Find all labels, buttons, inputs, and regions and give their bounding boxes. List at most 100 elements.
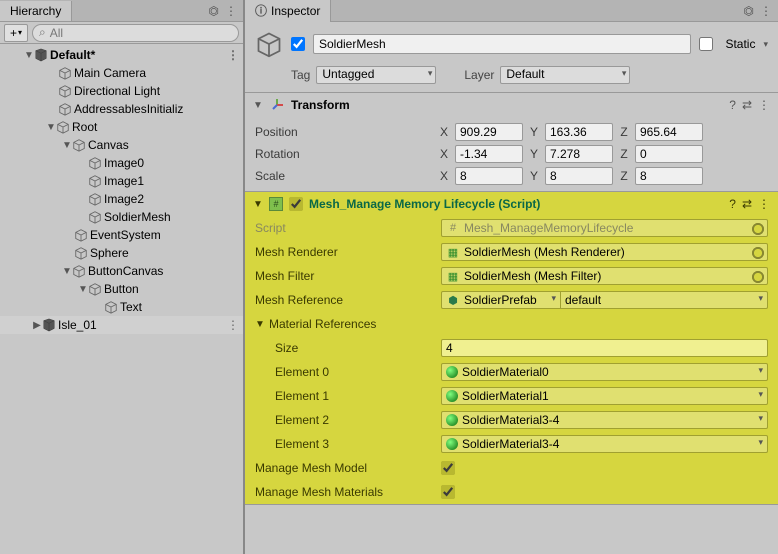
preset-icon[interactable]: ⇄ [742, 98, 752, 112]
position-z-input[interactable] [635, 123, 703, 141]
tree-item-image1[interactable]: Image1 [0, 172, 243, 190]
row-menu-icon[interactable]: ⋮ [227, 318, 243, 332]
position-x-input[interactable] [455, 123, 523, 141]
material-icon [446, 390, 458, 402]
hierarchy-tab[interactable]: Hierarchy [0, 1, 72, 21]
scale-x-input[interactable] [455, 167, 523, 185]
search-placeholder: All [50, 26, 63, 40]
script-reference-field: # Mesh_ManageMemoryLifecycle [441, 219, 768, 237]
rotation-label: Rotation [255, 147, 433, 161]
help-icon[interactable]: ? [729, 98, 736, 112]
axis-x-label: X [437, 125, 451, 139]
tree-item-buttoncanvas[interactable]: ▼ ButtonCanvas [0, 262, 243, 280]
gameobject-icon [88, 192, 102, 206]
axis-y-label: Y [527, 169, 541, 183]
foldout-arrow-icon[interactable]: ▼ [253, 199, 263, 210]
transform-header[interactable]: ▼ Transform ? ⇄ ⋮ [245, 93, 778, 117]
manage-mesh-materials-checkbox[interactable] [441, 485, 455, 499]
layer-label: Layer [464, 68, 494, 82]
mesh-renderer-field[interactable]: ▦ SoldierMesh (Mesh Renderer) [441, 243, 768, 261]
size-label: Size [255, 341, 437, 355]
hierarchy-tree: ▼ Default* ⋮ Main Camera Directional Lig… [0, 44, 243, 554]
tree-item-label: EventSystem [90, 228, 161, 242]
element-3-field[interactable]: SoldierMaterial3-4 [441, 435, 768, 453]
tree-item-image2[interactable]: Image2 [0, 190, 243, 208]
component-menu-icon[interactable]: ⋮ [758, 197, 770, 211]
rotation-x-input[interactable] [455, 145, 523, 163]
tree-item-image0[interactable]: Image0 [0, 154, 243, 172]
inspector-pane-options[interactable]: ⏣ ⋮ [738, 4, 778, 18]
script-enabled-checkbox[interactable] [289, 197, 303, 211]
tag-dropdown[interactable]: Untagged [316, 66, 436, 84]
tree-item-label: Main Camera [74, 66, 146, 80]
hierarchy-toolbar: +▾ ⌕ All [0, 22, 243, 44]
foldout-arrow-icon[interactable]: ▼ [46, 122, 56, 133]
lock-icon[interactable]: ⏣ [209, 4, 219, 18]
static-dropdown-icon[interactable]: ▾ [763, 39, 768, 50]
object-picker-icon[interactable] [751, 270, 765, 284]
rotation-z-input[interactable] [635, 145, 703, 163]
foldout-arrow-icon[interactable]: ▼ [255, 319, 265, 330]
gameobject-icon[interactable] [255, 30, 283, 58]
static-checkbox[interactable] [699, 37, 713, 51]
tree-item-isle01[interactable]: ▶ Isle_01 ⋮ [0, 316, 243, 334]
pane-menu-icon[interactable]: ⋮ [760, 4, 772, 18]
manage-mesh-model-checkbox[interactable] [441, 461, 455, 475]
tree-item-directional-light[interactable]: Directional Light [0, 82, 243, 100]
axis-y-label: Y [527, 147, 541, 161]
object-picker-icon[interactable] [751, 222, 765, 236]
row-menu-icon[interactable]: ⋮ [227, 48, 243, 62]
scene-row[interactable]: ▼ Default* ⋮ [0, 46, 243, 64]
help-icon[interactable]: ? [729, 197, 736, 211]
foldout-arrow-icon[interactable]: ▶ [32, 320, 42, 331]
hierarchy-search[interactable]: ⌕ All [32, 24, 239, 42]
mesh-filter-field[interactable]: ▦ SoldierMesh (Mesh Filter) [441, 267, 768, 285]
create-button[interactable]: +▾ [4, 24, 28, 42]
tree-item-canvas[interactable]: ▼ Canvas [0, 136, 243, 154]
inspector-tab[interactable]: ⓘ Inspector [245, 0, 331, 22]
mesh-renderer-label: Mesh Renderer [255, 245, 437, 259]
tree-item-addressables[interactable]: AddressablesInitializ [0, 100, 243, 118]
gameobject-icon [58, 102, 72, 116]
tree-item-root[interactable]: ▼ Root [0, 118, 243, 136]
tree-item-soldiermesh[interactable]: SoldierMesh [0, 208, 243, 226]
foldout-arrow-icon[interactable]: ▼ [62, 266, 72, 277]
size-input[interactable] [441, 339, 768, 357]
object-picker-icon[interactable] [751, 246, 765, 260]
foldout-arrow-icon[interactable]: ▼ [253, 100, 263, 111]
scale-z-input[interactable] [635, 167, 703, 185]
element-1-field[interactable]: SoldierMaterial1 [441, 387, 768, 405]
mesh-reference-sub-dropdown[interactable]: default [561, 291, 768, 309]
tree-item-sphere[interactable]: Sphere [0, 244, 243, 262]
tree-item-label: ButtonCanvas [88, 264, 163, 278]
foldout-arrow-icon[interactable]: ▼ [62, 140, 72, 151]
pane-menu-icon[interactable]: ⋮ [225, 4, 237, 18]
gameobject-active-checkbox[interactable] [291, 37, 305, 51]
tree-item-label: Root [72, 120, 97, 134]
component-menu-icon[interactable]: ⋮ [758, 98, 770, 112]
mesh-renderer-icon: ▦ [446, 245, 460, 259]
element-2-field[interactable]: SoldierMaterial3-4 [441, 411, 768, 429]
mesh-filter-label: Mesh Filter [255, 269, 437, 283]
element-0-field[interactable]: SoldierMaterial0 [441, 363, 768, 381]
tree-item-main-camera[interactable]: Main Camera [0, 64, 243, 82]
position-y-input[interactable] [545, 123, 613, 141]
lock-icon[interactable]: ⏣ [744, 4, 754, 18]
tree-item-text[interactable]: Text [0, 298, 243, 316]
tree-item-eventsystem[interactable]: EventSystem [0, 226, 243, 244]
preset-icon[interactable]: ⇄ [742, 197, 752, 211]
tree-item-button[interactable]: ▼ Button [0, 280, 243, 298]
foldout-arrow-icon[interactable]: ▼ [24, 50, 34, 61]
axis-z-label: Z [617, 169, 631, 183]
foldout-arrow-icon[interactable]: ▼ [78, 284, 88, 295]
mesh-reference-asset-dropdown[interactable]: ⬢ SoldierPrefab [441, 291, 561, 309]
gameobject-name-input[interactable] [313, 34, 691, 54]
scale-y-input[interactable] [545, 167, 613, 185]
inspector-tab-label: Inspector [271, 4, 320, 18]
rotation-y-input[interactable] [545, 145, 613, 163]
manage-mesh-materials-label: Manage Mesh Materials [255, 485, 437, 499]
layer-dropdown[interactable]: Default [500, 66, 630, 84]
script-header[interactable]: ▼ # Mesh_Manage Memory Lifecycle (Script… [245, 192, 778, 216]
gameobject-icon [56, 120, 70, 134]
hierarchy-pane-options[interactable]: ⏣ ⋮ [203, 4, 243, 18]
